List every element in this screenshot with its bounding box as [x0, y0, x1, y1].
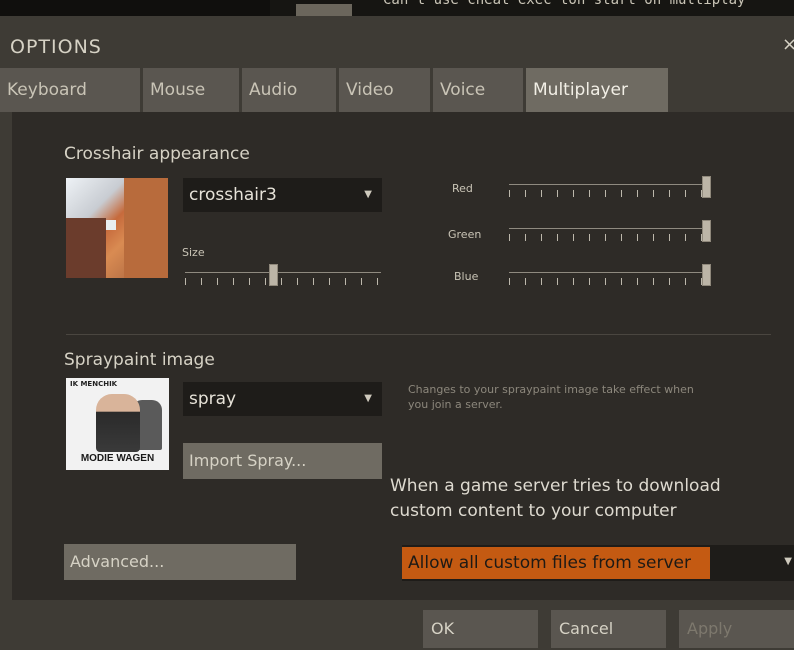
red-slider[interactable] [509, 176, 711, 198]
import-spray-button[interactable]: Import Spray... [183, 443, 382, 479]
tab-multiplayer[interactable]: Multiplayer [526, 68, 668, 112]
red-label: Red [452, 182, 473, 195]
spray-dropdown[interactable]: spray ▼ [183, 382, 382, 416]
size-slider[interactable] [185, 264, 381, 286]
close-icon[interactable]: × [782, 34, 794, 55]
cancel-button[interactable]: Cancel [551, 610, 666, 648]
chevron-down-icon: ▼ [784, 556, 792, 567]
blue-slider-knob[interactable] [702, 264, 711, 286]
red-slider-knob[interactable] [702, 176, 711, 198]
options-dialog: OPTIONS × Keyboard Mouse Audio Video Voi… [0, 16, 794, 650]
crosshair-preview [66, 178, 168, 278]
crosshair-section-label: Crosshair appearance [64, 144, 250, 164]
chevron-down-icon: ▼ [364, 189, 372, 200]
spray-dropdown-value: spray [189, 389, 237, 409]
background-console: Can't use cheat exec ton start on multip… [0, 0, 794, 16]
tab-audio[interactable]: Audio [242, 68, 336, 112]
apply-button[interactable]: Apply [679, 610, 794, 648]
tab-video[interactable]: Video [339, 68, 430, 112]
background-block [296, 4, 352, 16]
tab-voice[interactable]: Voice [433, 68, 523, 112]
crosshair-dropdown-value: crosshair3 [189, 185, 277, 205]
blue-slider[interactable] [509, 264, 711, 286]
crosshair-dropdown[interactable]: crosshair3 ▼ [183, 178, 382, 212]
custom-content-dropdown-value: Allow all custom files from server [402, 547, 710, 579]
green-slider-knob[interactable] [702, 220, 711, 242]
multiplayer-panel: Crosshair appearance crosshair3 ▼ Size R… [12, 112, 794, 600]
advanced-button[interactable]: Advanced... [64, 544, 296, 580]
green-label: Green [448, 228, 482, 241]
spray-section-label: Spraypaint image [64, 350, 215, 370]
spray-preview: IK MENCHIK MODIE WAGEN [66, 378, 169, 470]
blue-label: Blue [454, 270, 479, 283]
custom-content-dropdown[interactable]: Allow all custom files from server ▼ [402, 545, 794, 581]
size-label: Size [182, 246, 205, 259]
dialog-title: OPTIONS [10, 36, 102, 58]
section-divider [66, 334, 771, 335]
spray-hint: Changes to your spraypaint image take ef… [408, 383, 694, 411]
background-block [0, 0, 270, 16]
tab-mouse[interactable]: Mouse [143, 68, 239, 112]
console-text: Can't use cheat exec ton start on multip… [383, 0, 746, 8]
tab-keyboard[interactable]: Keyboard [0, 68, 140, 112]
size-slider-knob[interactable] [269, 264, 278, 286]
custom-content-prompt: When a game server tries to download cus… [390, 476, 721, 521]
spray-preview-bottom-text: MODIE WAGEN [80, 453, 155, 464]
spray-preview-top-text: IK MENCHIK [70, 380, 118, 388]
green-slider[interactable] [509, 220, 711, 242]
ok-button[interactable]: OK [423, 610, 538, 648]
chevron-down-icon: ▼ [364, 393, 372, 404]
tab-bar: Keyboard Mouse Audio Video Voice Multipl… [0, 68, 794, 112]
